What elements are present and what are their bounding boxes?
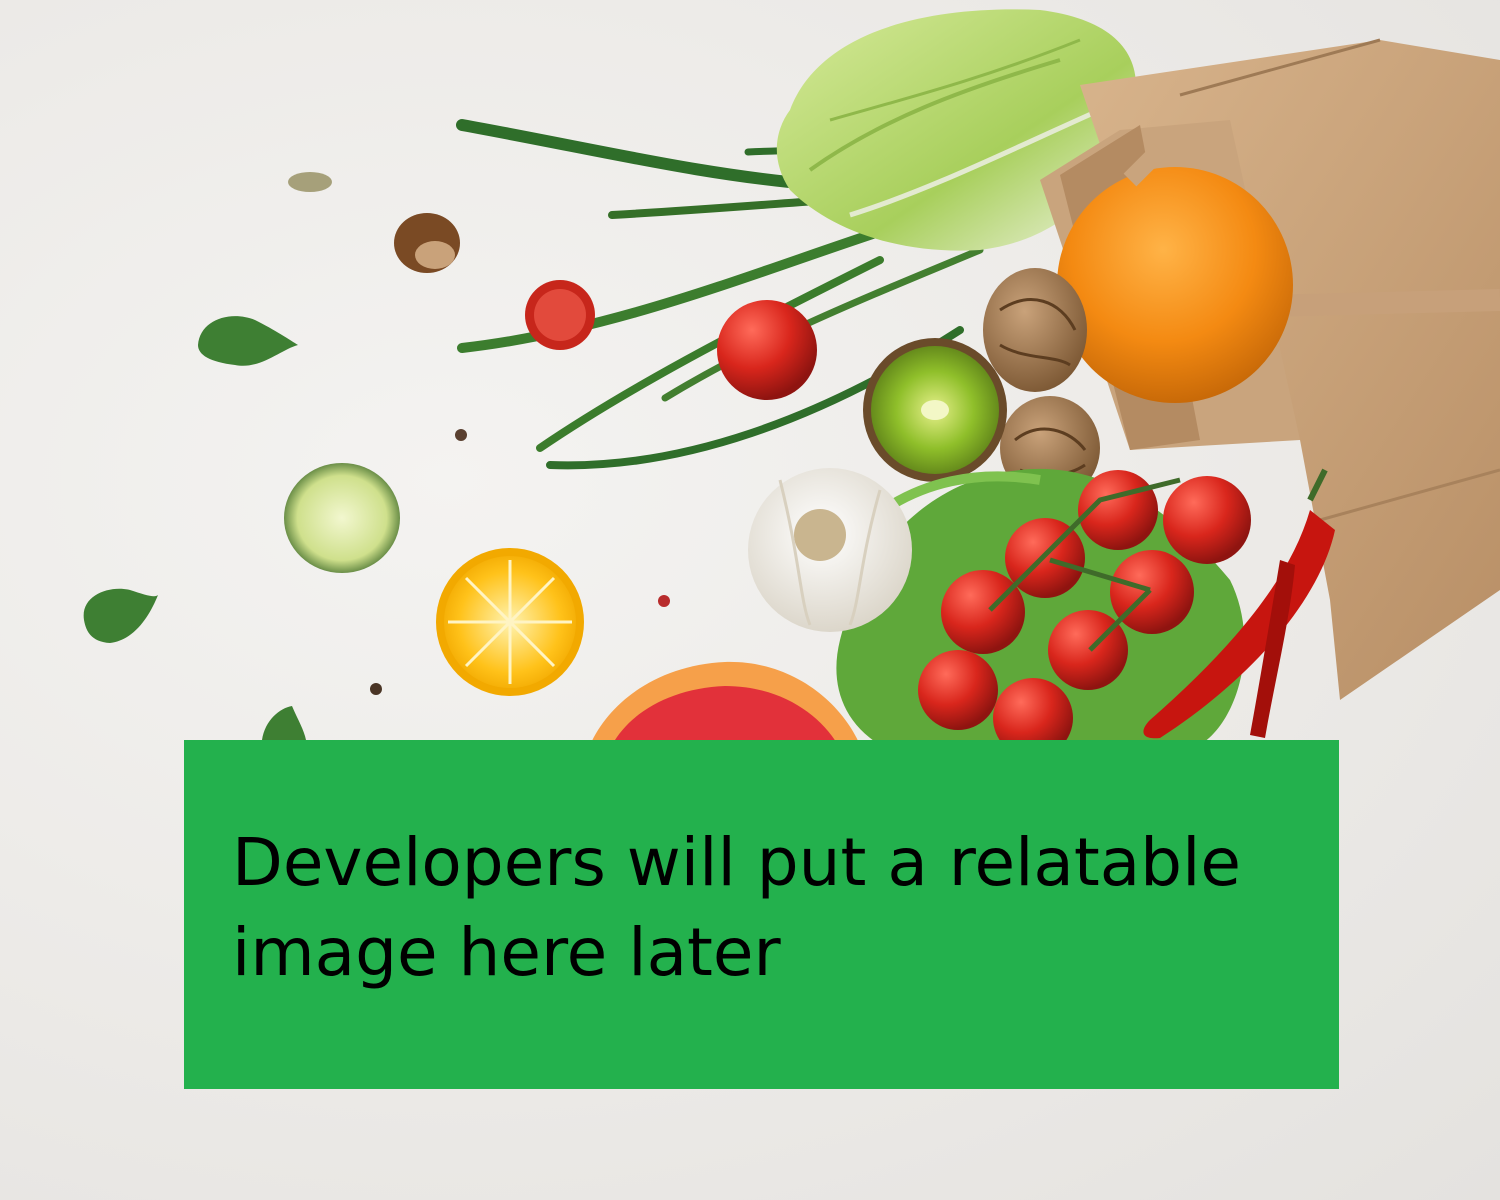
- grocery-photo: Developers will put a relatable image he…: [0, 0, 1500, 1200]
- kiwi-icon: [863, 338, 1007, 482]
- placeholder-caption: Developers will put a relatable image he…: [232, 824, 1242, 991]
- grapefruit-icon: [590, 661, 860, 745]
- image-placeholder-banner: Developers will put a relatable image he…: [184, 740, 1339, 1089]
- spinach-leaf-icon: [83, 316, 306, 740]
- cucumber-slice-icon: [284, 463, 400, 573]
- hazelnut-icon: [394, 213, 460, 273]
- cardamom-seed-icon: [288, 172, 332, 192]
- lemon-half-icon: [436, 548, 584, 696]
- garlic-icon: [748, 468, 912, 632]
